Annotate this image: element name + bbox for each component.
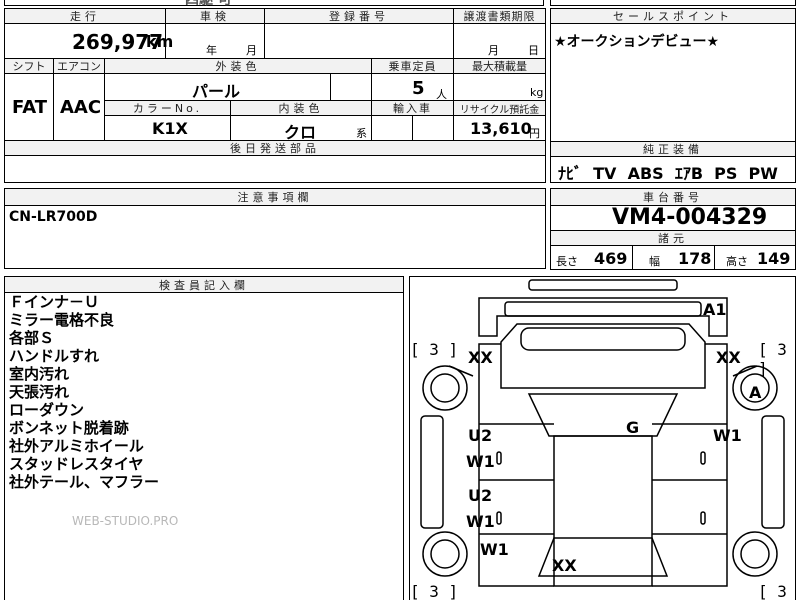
notes-header: 注意事項欄 — [4, 188, 546, 206]
transfer-month-label: 月 — [488, 44, 499, 57]
watermark: WEB-STUDIO.PRO — [72, 514, 179, 528]
recycle-value: 13,610 — [470, 119, 532, 138]
notes-text: CN-LR700D — [9, 209, 98, 225]
door-rl-u-label: U2 — [468, 486, 493, 505]
width-label: 幅 — [649, 255, 660, 268]
registration-cell — [264, 23, 454, 59]
fender-fl-label: XX — [468, 348, 493, 367]
hood — [500, 323, 706, 389]
aircon-value: AAC — [60, 97, 102, 118]
transfer-day-label: 日 — [528, 44, 539, 57]
shift-header: シフト — [4, 58, 54, 74]
registration-header: 登録番号 — [264, 8, 454, 24]
inspector-line: 社外テール、マフラー — [9, 473, 160, 491]
tire-front-left-label: [ 3 ] — [410, 340, 459, 359]
length-label: 長さ — [556, 255, 578, 268]
max-load-header: 最大積載量 — [453, 58, 546, 74]
inspector-line: Ｆインナ－Ｕ — [9, 293, 100, 311]
inspector-line: ボンネット脱着跡 — [9, 419, 129, 437]
wheel-rr — [732, 531, 778, 577]
color-no-value: K1X — [152, 119, 188, 138]
front-bumper-label: A1 — [703, 300, 727, 319]
capacity-header: 乗車定員 — [371, 58, 454, 74]
inspection-year-label: 年 — [206, 44, 217, 57]
shift-value: FAT — [12, 97, 48, 118]
door-fr-label: W1 — [713, 426, 742, 445]
windshield — [527, 393, 679, 437]
front-bumper — [478, 297, 728, 337]
wheel-rl — [422, 531, 468, 577]
wheel-fr-label: A — [749, 383, 762, 402]
color-no-header: カラーNo. — [104, 100, 231, 116]
hood-inner — [520, 327, 686, 351]
inspector-line: 各部Ｓ — [9, 329, 55, 347]
inspector-line: 室内汚れ — [9, 365, 70, 383]
front-top-bar — [528, 279, 678, 291]
interior-header: 内装色 — [230, 100, 372, 116]
door-fl-u-label: U2 — [468, 426, 493, 445]
fender-fr-label: XX — [716, 348, 741, 367]
rear-label: XX — [552, 556, 577, 575]
chassis-value: VM4-004329 — [612, 205, 768, 230]
import-header: 輸入車 — [371, 100, 454, 116]
tire-rear-left-label: [ 3 ] — [410, 582, 459, 600]
body-right — [652, 343, 728, 587]
top-strip — [4, 0, 544, 6]
inspector-line: スタッドレスタイヤ — [9, 455, 144, 473]
recycle-header: リサイクル預託金 — [453, 100, 546, 116]
later-parts-cell — [4, 155, 546, 183]
odometer-header: 走行 — [4, 8, 166, 24]
max-load-unit: kg — [530, 86, 544, 99]
capacity-value: 5 — [412, 78, 425, 99]
exterior-header: 外装色 — [104, 58, 372, 74]
width-value: 178 — [678, 249, 712, 268]
interior-suffix: 系 — [356, 127, 367, 140]
tire-rear-right-label: [ 3 ] — [758, 582, 787, 600]
inspector-line: ハンドルすれ — [9, 347, 100, 365]
chassis-header: 車台番号 — [550, 188, 796, 206]
height-value: 149 — [757, 249, 791, 268]
recycle-unit: 円 — [529, 127, 540, 140]
inspector-line: ローダウン — [9, 401, 85, 419]
aircon-header: エアコン — [53, 58, 105, 74]
roof-label: G — [626, 418, 640, 437]
inspector-line: 天張汚れ — [9, 383, 70, 401]
inspector-lines: Ｆインナ－Ｕ ミラー電格不良 各部Ｓ ハンドルすれ 室内汚れ 天張汚れ ローダウ… — [9, 293, 159, 491]
inspector-line: ミラー電格不良 — [9, 311, 115, 329]
length-value: 469 — [594, 249, 628, 268]
inspector-header: 検査員記入欄 — [4, 276, 404, 293]
later-parts-header: 後日発送部品 — [4, 140, 546, 156]
inspector-line: 社外アルミホイール — [9, 437, 144, 455]
dimensions-header: 諸元 — [550, 230, 796, 246]
top-strip-right — [550, 0, 796, 6]
door-fl-w-label: W1 — [466, 452, 495, 471]
exterior-cell-right — [330, 73, 372, 101]
height-label: 高さ — [726, 255, 748, 268]
equipment-items: ﾅﾋﾞ TV ABS ｴｱB PS PW — [558, 164, 778, 183]
sales-point-text: ★オークションデビュー★ — [554, 34, 720, 50]
equipment-header: 純正装備 — [550, 141, 796, 157]
tire-front-right-label: [ 3 ] — [758, 340, 787, 378]
door-rl-w-label: W1 — [466, 512, 495, 531]
import-cell-2 — [412, 115, 454, 141]
grille — [504, 301, 702, 317]
quarter-rl-label: W1 — [480, 540, 509, 559]
import-cell-1 — [371, 115, 413, 141]
transfer-header: 譲渡書類期限 — [453, 8, 546, 24]
sales-point-header: セールスポイント — [550, 8, 796, 24]
inspection-month-label: 月 — [246, 44, 257, 57]
inspection-header: 車検 — [165, 8, 265, 24]
wheel-fl — [422, 365, 468, 411]
exterior-value: パール — [192, 82, 241, 101]
